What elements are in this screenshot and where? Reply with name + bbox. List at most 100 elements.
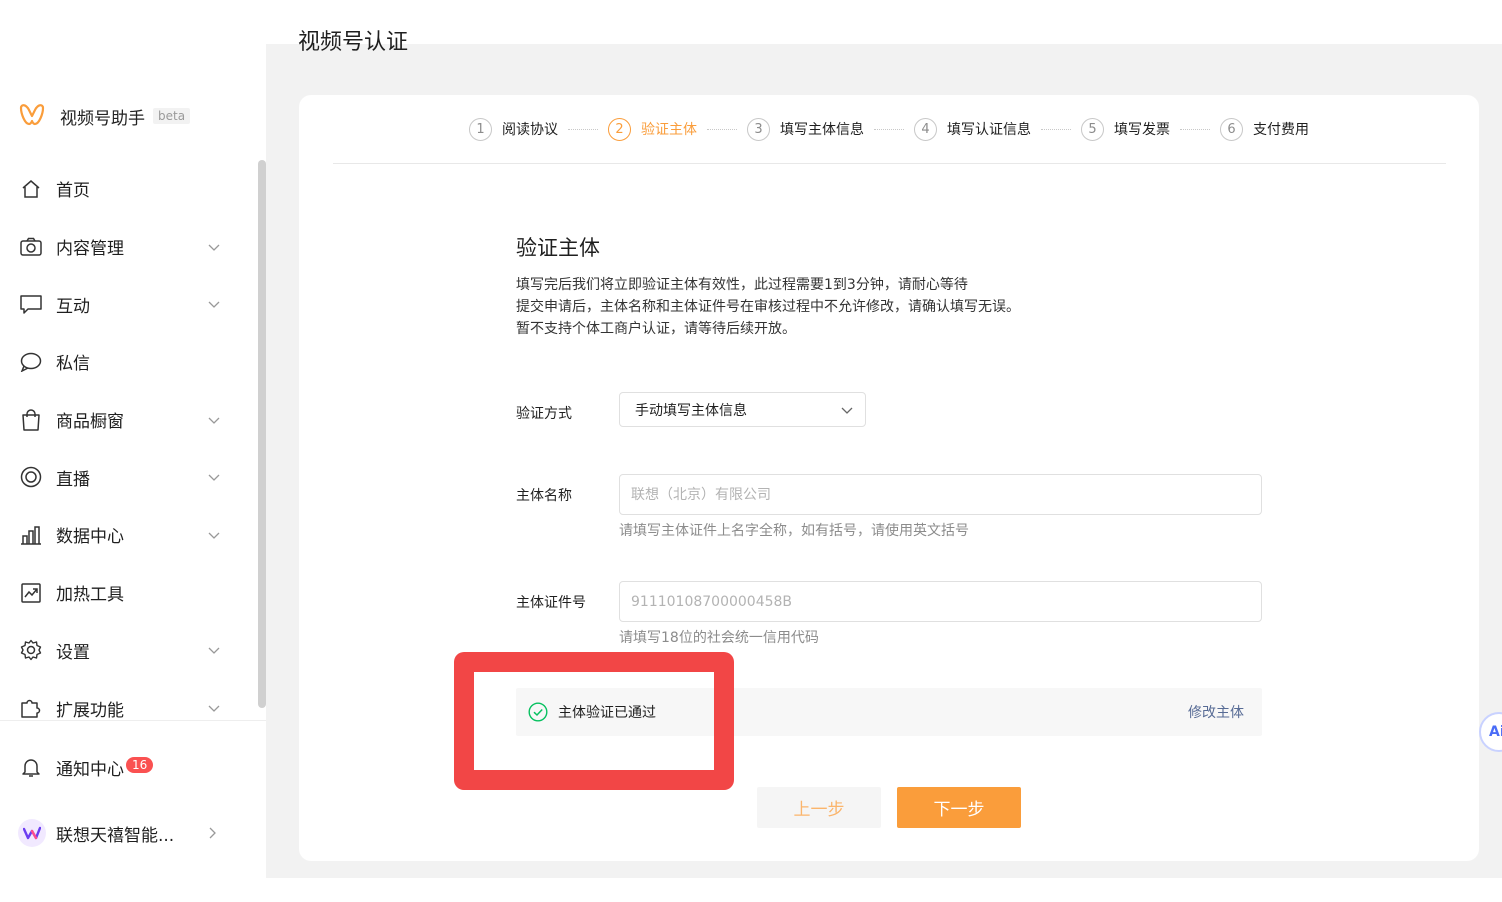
sidebar-item-label: 设置 (56, 642, 90, 663)
sidebar-item-shop[interactable]: 商品橱窗 (0, 391, 258, 449)
channels-logo-icon (19, 104, 45, 126)
chevron-down-icon (208, 301, 220, 309)
sidebar-scrollbar[interactable] (258, 160, 266, 708)
verify-status: 主体验证已通过 (528, 700, 656, 724)
step-number: 2 (608, 117, 631, 141)
sidebar-divider (0, 720, 266, 721)
step-2: 2 验证主体 (608, 117, 697, 141)
step-label: 填写认证信息 (947, 122, 1031, 138)
sidebar-item-label: 直播 (56, 469, 90, 490)
stepper: 1 阅读协议 2 验证主体 3 填写主体信息 4 填写认证信息 5 填写发票 6… (469, 114, 1309, 144)
step-4: 4 填写认证信息 (914, 117, 1031, 141)
step-connector (1041, 128, 1071, 130)
sidebar-item-notifications[interactable]: 通知中心 16 (20, 748, 154, 786)
shopping-bag-icon (20, 408, 42, 431)
trend-icon (20, 582, 42, 604)
sidebar-item-interaction[interactable]: 互动 (0, 275, 258, 333)
step-3: 3 填写主体信息 (747, 117, 864, 141)
step-number: 4 (914, 117, 937, 141)
avatar (18, 819, 46, 847)
step-number: 5 (1081, 117, 1104, 141)
chevron-down-icon (208, 647, 220, 655)
check-circle-icon (528, 702, 548, 722)
step-connector (568, 128, 598, 130)
account-logo-icon (23, 826, 41, 840)
account-switcher[interactable]: 联想天禧智能... (18, 814, 258, 852)
verify-status-text: 主体验证已通过 (558, 705, 656, 721)
step-5: 5 填写发票 (1081, 117, 1170, 141)
sidebar-item-messages[interactable]: 私信 (0, 333, 258, 391)
notification-count-badge: 16 (126, 757, 154, 773)
step-label: 支付费用 (1253, 122, 1309, 138)
sidebar-item-settings[interactable]: 设置 (0, 622, 258, 680)
page-title: 视频号认证 (298, 30, 409, 55)
sidebar-item-content[interactable]: 内容管理 (0, 218, 258, 276)
sidebar-item-boost[interactable]: 加热工具 (0, 564, 258, 622)
comment-icon (20, 293, 42, 315)
sidebar-item-label: 私信 (56, 354, 90, 375)
step-number: 6 (1220, 117, 1243, 141)
notification-label: 通知中心 (56, 759, 124, 780)
step-label: 验证主体 (641, 122, 697, 138)
step-connector (1180, 128, 1210, 130)
sidebar-item-home[interactable]: 首页 (0, 160, 258, 218)
description-line: 暂不支持个体工商户认证，请等待后续开放。 (516, 321, 796, 337)
verify-method-value: 手动填写主体信息 (635, 402, 747, 419)
brand[interactable]: 视频号助手 beta (18, 100, 191, 132)
sidebar-item-live[interactable]: 直播 (0, 448, 258, 506)
chevron-down-icon (841, 407, 853, 414)
sidebar-item-label: 扩展功能 (56, 700, 124, 721)
next-step-button[interactable]: 下一步 (897, 787, 1021, 828)
section-title: 验证主体 (516, 236, 600, 260)
step-6: 6 支付费用 (1220, 117, 1309, 141)
step-connector (874, 128, 904, 130)
message-icon (20, 351, 42, 373)
entity-name-label: 主体名称 (516, 488, 572, 504)
sidebar-nav: 首页 内容管理 互动 私信 商品橱窗 直播 数据中心 加热工具 设置 扩展功能 (0, 160, 258, 737)
beta-badge: beta (153, 108, 191, 124)
camera-icon (20, 236, 42, 258)
entity-name-hint: 请填写主体证件上名字全称，如有括号，请使用英文括号 (619, 523, 969, 539)
description-line: 提交申请后，主体名称和主体证件号在审核过程中不允许修改，请确认填写无误。 (516, 299, 1020, 315)
step-1: 1 阅读协议 (469, 117, 558, 141)
bottom-strip (266, 878, 1502, 902)
verify-method-select[interactable]: 手动填写主体信息 (619, 392, 866, 427)
description-line: 填写完后我们将立即验证主体有效性，此过程需要1到3分钟，请耐心等待 (516, 277, 968, 293)
step-connector (707, 128, 737, 130)
step-label: 填写主体信息 (780, 122, 864, 138)
sidebar-item-extensions[interactable]: 扩展功能 (0, 679, 258, 737)
chevron-down-icon (208, 474, 220, 482)
prev-step-button[interactable]: 上一步 (757, 787, 881, 828)
ai-label: Ai (1489, 724, 1502, 740)
sidebar-item-label: 数据中心 (56, 527, 124, 548)
step-number: 3 (747, 117, 770, 141)
chevron-down-icon (208, 417, 220, 424)
brand-name: 视频号助手 (60, 108, 145, 129)
entity-id-label: 主体证件号 (516, 595, 586, 611)
chevron-down-icon (208, 705, 220, 712)
bar-chart-icon (20, 524, 42, 546)
sidebar-item-data[interactable]: 数据中心 (0, 506, 258, 564)
sidebar-item-label: 商品橱窗 (56, 412, 124, 433)
entity-name-input[interactable] (619, 474, 1262, 515)
modify-entity-link[interactable]: 修改主体 (1188, 702, 1244, 722)
chevron-down-icon (208, 244, 220, 251)
entity-id-input[interactable] (619, 581, 1262, 622)
chevron-down-icon (208, 532, 220, 539)
entity-id-hint: 请填写18位的社会统一信用代码 (619, 630, 819, 646)
sidebar-item-label: 加热工具 (56, 585, 124, 606)
gear-icon (20, 639, 42, 661)
top-strip (266, 0, 1502, 44)
stepper-divider (333, 163, 1446, 164)
sidebar-item-label: 互动 (56, 296, 90, 317)
puzzle-icon (20, 697, 42, 719)
account-name: 联想天禧智能... (56, 825, 175, 846)
chevron-right-icon (209, 827, 216, 839)
verify-method-label: 验证方式 (516, 406, 572, 422)
sidebar: 视频号助手 beta 首页 内容管理 互动 私信 商品橱窗 直播 数据中心 加热… (0, 0, 266, 902)
home-icon (20, 178, 42, 200)
sidebar-item-label: 内容管理 (56, 239, 124, 260)
step-label: 填写发票 (1114, 122, 1170, 138)
step-label: 阅读协议 (502, 122, 558, 138)
live-icon (20, 466, 42, 488)
